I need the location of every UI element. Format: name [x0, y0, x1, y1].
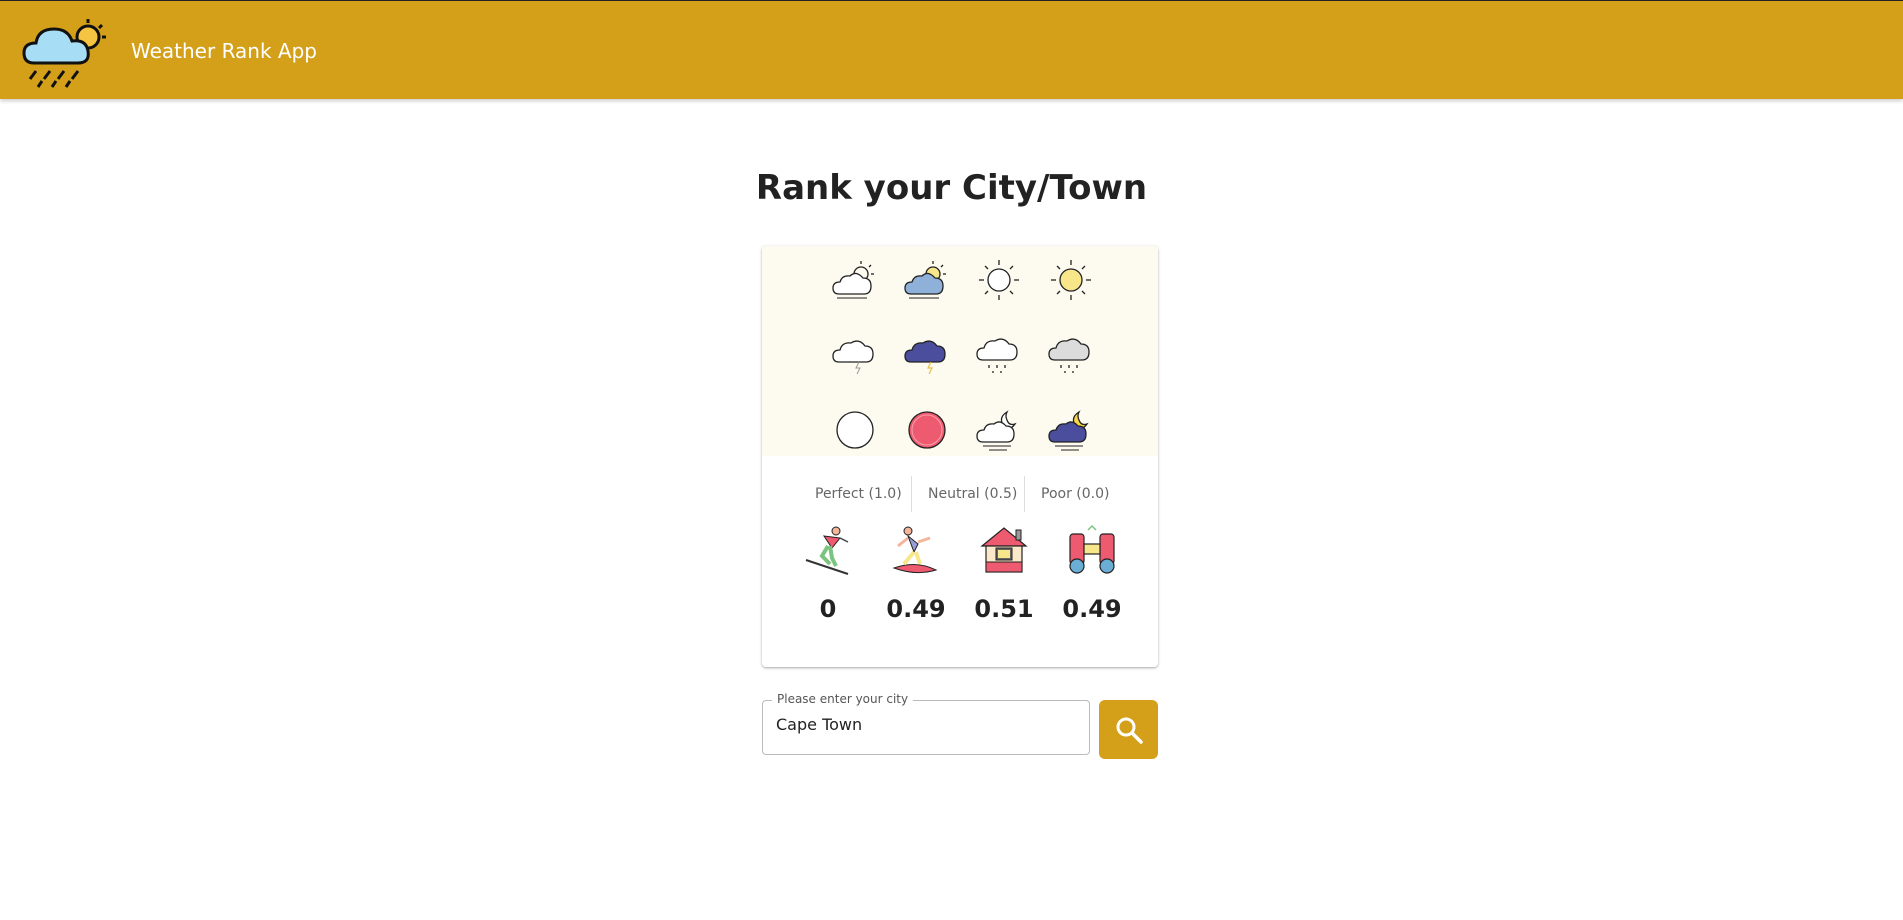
app-bar: Weather Rank App	[0, 0, 1903, 99]
binoculars-icon	[1069, 524, 1115, 574]
app-title: Weather Rank App	[131, 39, 317, 63]
partly-cloudy-color-icon	[904, 261, 946, 299]
rating-scale: Perfect (1.0) Neutral (0.5) Poor (0.0)	[762, 476, 1158, 512]
house-icon	[980, 527, 1028, 573]
rating-neutral: Neutral (0.5)	[928, 486, 1018, 502]
search-icon	[1116, 717, 1143, 744]
divider	[1024, 476, 1025, 512]
sun-color-icon	[1051, 260, 1091, 300]
rain-cloud-outline-icon	[976, 338, 1018, 373]
activity-score: 0.49	[886, 595, 946, 623]
divider	[911, 476, 912, 512]
page-title: Rank your City/Town	[755, 168, 1148, 208]
thunder-cloud-color-icon	[904, 340, 946, 375]
city-input[interactable]	[776, 715, 1076, 734]
city-field-label: Please enter your city	[772, 692, 914, 706]
sun-outline-icon	[979, 260, 1019, 300]
activity-score: 0.49	[1062, 595, 1122, 623]
thunder-cloud-outline-icon	[832, 340, 874, 375]
circle-outline-icon	[836, 411, 874, 449]
circle-color-icon	[908, 411, 946, 449]
rating-perfect: Perfect (1.0)	[815, 486, 902, 502]
surfing-icon	[892, 526, 938, 574]
weather-rain-sun-icon	[22, 19, 106, 88]
partly-cloudy-outline-icon	[832, 261, 874, 299]
skiing-icon	[805, 526, 849, 575]
activity-score: 0.51	[974, 595, 1034, 623]
ranking-card: Perfect (1.0) Neutral (0.5) Poor (0.0) 0…	[762, 246, 1158, 667]
search-button[interactable]	[1099, 700, 1158, 759]
night-cloud-color-icon	[1048, 410, 1089, 451]
activity-score: 0	[819, 595, 837, 623]
rain-cloud-color-icon	[1048, 338, 1090, 373]
city-field: Please enter your city	[762, 692, 1090, 755]
night-cloud-outline-icon	[976, 410, 1017, 451]
rating-poor: Poor (0.0)	[1041, 486, 1110, 502]
weather-legend	[762, 246, 1158, 456]
